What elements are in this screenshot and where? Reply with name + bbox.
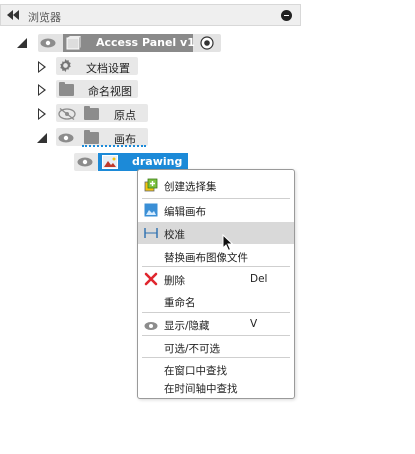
mouse-cursor-icon	[222, 234, 234, 252]
menu-item-label: 创建选择集	[164, 181, 217, 193]
menu-item-label: 在时间轴中查找	[164, 383, 238, 395]
eye-icon[interactable]	[58, 133, 74, 143]
menu-item-rename[interactable]: 重命名	[138, 290, 294, 312]
menu-item-label: 显示/隐藏	[164, 320, 210, 332]
menu-item-delete[interactable]: 删除 Del	[138, 268, 294, 290]
menu-item-replace-canvas-image[interactable]: 替换画布图像文件	[138, 245, 294, 267]
expand-toggle-origin[interactable]	[38, 108, 46, 120]
folder-icon	[84, 130, 99, 144]
folder-icon	[59, 82, 74, 96]
menu-item-label: 校准	[164, 229, 185, 241]
browser-header: 浏览器	[0, 4, 301, 26]
tree-root-label: Access Panel v1	[96, 36, 195, 49]
menu-item-label: 重命名	[164, 297, 196, 309]
canvas-image-icon	[102, 155, 118, 169]
menu-item-edit-canvas[interactable]: 编辑画布	[138, 199, 294, 221]
collapse-panel-icon[interactable]	[7, 10, 19, 20]
eye-icon	[144, 322, 158, 330]
menu-item-find-in-timeline[interactable]: 在时间轴中查找	[138, 376, 294, 398]
eye-hidden-icon[interactable]	[58, 108, 76, 120]
tree-item-label: 原点	[114, 109, 136, 122]
menu-item-label: 替换画布图像文件	[164, 252, 248, 264]
tree-item-label: 命名视图	[88, 85, 132, 98]
menu-item-label: 可选/不可选	[164, 343, 221, 355]
expand-toggle-named-views[interactable]	[38, 84, 46, 96]
gear-icon	[60, 58, 71, 73]
expand-toggle-document-settings[interactable]	[38, 61, 46, 73]
menu-separator	[142, 266, 290, 267]
menu-item-create-selection-set[interactable]: 创建选择集	[138, 174, 294, 196]
menu-item-label: 删除	[164, 275, 185, 287]
menu-item-calibrate[interactable]: 校准	[138, 222, 294, 244]
menu-item-label: 编辑画布	[164, 206, 206, 218]
menu-item-selectable-toggle[interactable]: 可选/不可选	[138, 336, 294, 358]
drop-target-indicator	[82, 145, 146, 147]
tree-item-label: 文档设置	[86, 62, 130, 75]
context-menu: 创建选择集 编辑画布 校准 替换画布图像文件 删除 Del 重命名 显示/隐藏 …	[137, 169, 295, 399]
activate-radio-icon[interactable]	[200, 36, 214, 50]
menu-item-shortcut: Del	[250, 273, 268, 285]
expand-toggle-canvases[interactable]	[37, 133, 47, 143]
eye-icon[interactable]	[77, 157, 93, 167]
minimize-panel-button[interactable]	[281, 10, 292, 21]
edit-canvas-icon	[144, 203, 158, 217]
browser-title: 浏览器	[28, 11, 61, 24]
calibrate-icon	[144, 228, 158, 238]
folder-icon	[84, 106, 99, 120]
delete-icon	[144, 272, 158, 286]
menu-item-show-hide[interactable]: 显示/隐藏 V	[138, 313, 294, 335]
create-selection-set-icon	[144, 178, 158, 192]
tree-item-label: drawing	[132, 155, 183, 168]
component-icon	[66, 36, 81, 50]
menu-item-shortcut: V	[250, 318, 258, 330]
eye-icon[interactable]	[40, 38, 56, 48]
expand-toggle-root[interactable]	[17, 38, 27, 48]
